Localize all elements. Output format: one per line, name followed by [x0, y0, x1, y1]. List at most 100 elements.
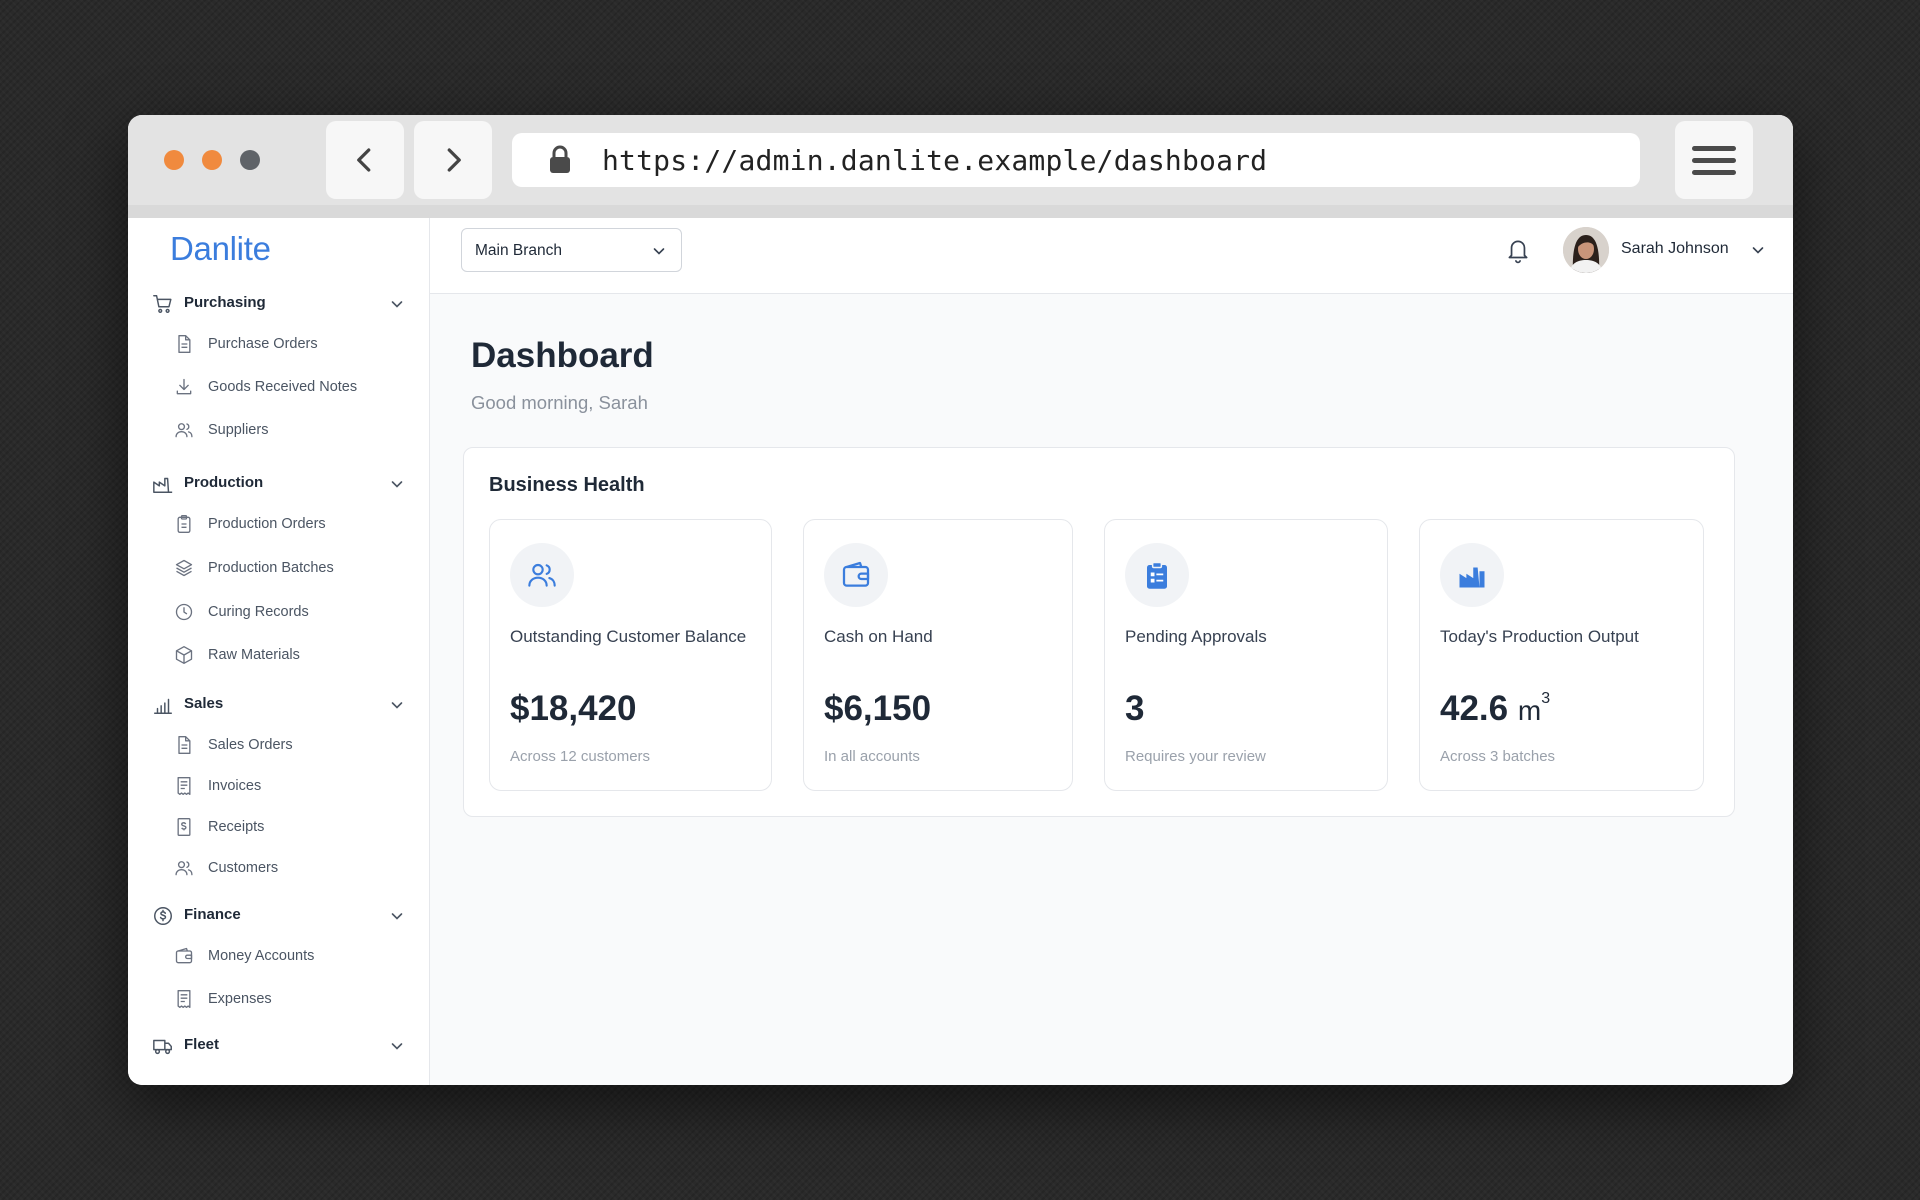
avatar[interactable] — [1563, 227, 1609, 273]
sidebar-item-label: Curing Records — [208, 604, 309, 620]
branch-select[interactable]: Main Branch — [461, 228, 682, 272]
sidebar-item-label: Customers — [208, 860, 279, 876]
stat-card-cash-on-hand[interactable]: Cash on Hand $6,150 In all accounts — [803, 519, 1073, 791]
layers-icon — [175, 559, 193, 577]
panel-title: Business Health — [489, 474, 645, 496]
back-button[interactable] — [326, 121, 404, 199]
sidebar-item-label: Production Batches — [208, 560, 334, 576]
lock-icon — [548, 145, 572, 175]
chevron-left-icon — [357, 148, 371, 172]
stat-card-outstanding-balance[interactable]: Outstanding Customer Balance $18,420 Acr… — [489, 519, 772, 791]
stat-subtext: In all accounts — [824, 748, 920, 765]
section-label: Production — [184, 474, 264, 491]
url-text: https://admin.danlite.example/dashboard — [602, 143, 1268, 177]
sidebar-item-money-accounts[interactable]: Money Accounts — [128, 941, 429, 971]
maximize-window-dot[interactable] — [240, 150, 260, 170]
document-icon — [178, 736, 191, 754]
greeting-text: Good morning, Sarah — [471, 392, 648, 413]
bell-icon[interactable] — [1505, 236, 1531, 264]
section-label: Purchasing — [184, 294, 266, 311]
stat-label: Today's Production Output — [1440, 627, 1639, 646]
sidebar-section-purchasing[interactable]: Purchasing — [128, 288, 429, 318]
browser-window: https://admin.danlite.example/dashboard … — [128, 115, 1793, 1085]
document-icon — [178, 335, 191, 353]
page-title: Dashboard — [471, 336, 654, 375]
receipt-icon — [177, 818, 191, 836]
cube-icon — [175, 646, 193, 664]
sidebar-item-invoices[interactable]: Invoices — [128, 771, 429, 801]
dollar-circle-icon — [154, 907, 172, 925]
top-bar: Main Branch Sarah Johnson — [430, 218, 1793, 294]
section-label: Fleet — [184, 1036, 220, 1053]
close-window-dot[interactable] — [164, 150, 184, 170]
chevron-down-icon[interactable] — [1750, 242, 1766, 258]
stat-value: 3 — [1125, 689, 1145, 728]
section-label: Finance — [184, 906, 241, 923]
sidebar-item-label: Goods Received Notes — [208, 379, 358, 395]
sidebar-item-raw-materials[interactable]: Raw Materials — [128, 640, 429, 670]
clipboard-list-icon — [1147, 561, 1167, 589]
sidebar-item-sales-orders[interactable]: Sales Orders — [128, 730, 429, 760]
sidebar-item-label: Invoices — [208, 778, 262, 794]
stat-unit-exponent: 3 — [1541, 690, 1551, 708]
chevron-down-icon — [391, 301, 403, 308]
invoice-icon — [177, 990, 191, 1008]
chevron-down-icon — [391, 1043, 403, 1050]
sidebar-item-production-orders[interactable]: Production Orders — [128, 509, 429, 539]
user-name[interactable]: Sarah Johnson — [1621, 240, 1729, 258]
sidebar-item-curing-records[interactable]: Curing Records — [128, 597, 429, 627]
cart-icon — [153, 295, 172, 313]
users-icon — [528, 563, 556, 587]
chevron-down-icon — [653, 248, 665, 255]
sidebar-section-sales[interactable]: Sales — [128, 689, 429, 719]
chevron-right-icon — [447, 148, 461, 172]
sidebar-item-suppliers[interactable]: Suppliers — [128, 415, 429, 445]
stat-value: $6,150 — [824, 689, 932, 728]
stat-value: 42.6 m3 — [1440, 689, 1550, 729]
factory-icon — [1459, 567, 1485, 588]
stat-value: $18,420 — [510, 689, 637, 728]
sidebar-item-label: Receipts — [208, 819, 265, 835]
sidebar-item-receipts[interactable]: Receipts — [128, 812, 429, 842]
sidebar-item-label: Money Accounts — [208, 948, 315, 964]
sidebar-item-goods-received-notes[interactable]: Goods Received Notes — [128, 372, 429, 402]
bar-chart-icon — [154, 698, 172, 714]
stat-subtext: Across 3 batches — [1440, 748, 1556, 765]
stat-card-production-output[interactable]: Today's Production Output 42.6 m3 Across… — [1419, 519, 1704, 791]
users-icon — [175, 423, 193, 438]
stat-label: Cash on Hand — [824, 627, 933, 646]
browser-menu-button[interactable] — [1675, 121, 1753, 199]
address-bar[interactable]: https://admin.danlite.example/dashboard — [512, 133, 1640, 187]
browser-toolbar: https://admin.danlite.example/dashboard — [128, 115, 1793, 218]
sidebar-item-label: Suppliers — [208, 422, 269, 438]
sidebar-section-production[interactable]: Production — [128, 468, 429, 498]
truck-icon — [153, 1039, 172, 1055]
stat-subtext: Across 12 customers — [510, 748, 651, 765]
brand-logo[interactable]: Danlite — [170, 230, 271, 268]
chevron-down-icon — [391, 702, 403, 709]
download-icon — [176, 378, 192, 395]
hamburger-icon — [1692, 145, 1736, 151]
users-icon — [175, 861, 193, 876]
sidebar-item-expenses[interactable]: Expenses — [128, 984, 429, 1014]
wallet-icon — [842, 561, 870, 587]
section-label: Sales — [184, 695, 224, 712]
sidebar-item-label: Expenses — [208, 991, 272, 1007]
sidebar-item-label: Production Orders — [208, 516, 326, 532]
clipboard-icon — [177, 515, 191, 533]
minimize-window-dot[interactable] — [202, 150, 222, 170]
sidebar-item-production-batches[interactable]: Production Batches — [128, 553, 429, 583]
chevron-down-icon — [391, 913, 403, 920]
sidebar-section-finance[interactable]: Finance — [128, 900, 429, 930]
stat-card-pending-approvals[interactable]: Pending Approvals 3 Requires your review — [1104, 519, 1388, 791]
sidebar-item-label: Raw Materials — [208, 647, 300, 663]
forward-button[interactable] — [414, 121, 492, 199]
wallet-icon — [175, 947, 193, 964]
sidebar-item-label: Sales Orders — [208, 737, 293, 753]
stat-subtext: Requires your review — [1125, 748, 1266, 765]
sidebar-item-customers[interactable]: Customers — [128, 853, 429, 883]
sidebar-section-fleet[interactable]: Fleet — [128, 1030, 429, 1060]
clock-icon — [175, 603, 193, 621]
sidebar-item-purchase-orders[interactable]: Purchase Orders — [128, 329, 429, 359]
main-content: Main Branch Sarah Johnson Dashboard Good… — [430, 218, 1793, 1085]
